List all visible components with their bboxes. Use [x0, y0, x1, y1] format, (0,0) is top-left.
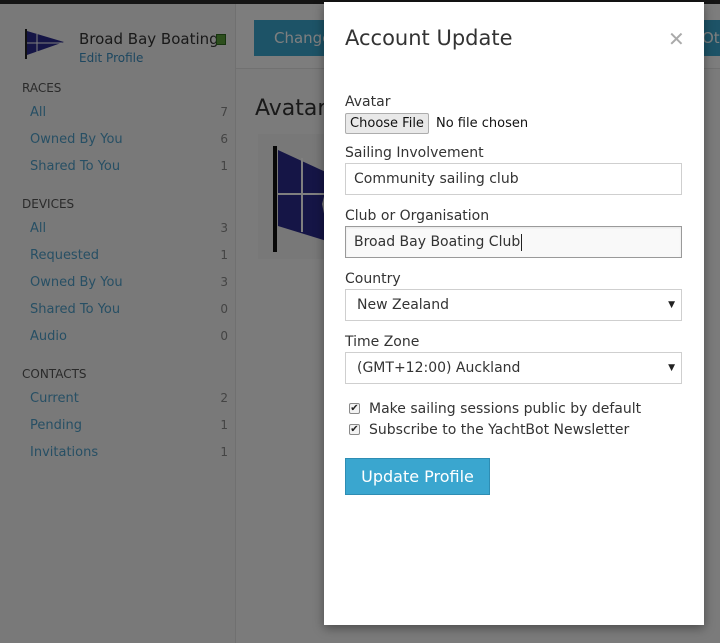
field-value: Community sailing club [354, 171, 519, 187]
sailing-involvement-label: Sailing Involvement [345, 145, 484, 161]
sailing-involvement-input[interactable]: Community sailing club [345, 163, 682, 195]
select-value: New Zealand [357, 297, 449, 313]
newsletter-label[interactable]: Subscribe to the YachtBot Newsletter [369, 422, 629, 438]
text-caret [521, 233, 523, 251]
select-value: (GMT+12:00) Auckland [357, 360, 521, 376]
club-label: Club or Organisation [345, 208, 490, 224]
close-icon[interactable]: ✕ [668, 29, 685, 49]
modal-title: Account Update [345, 26, 513, 50]
timezone-select[interactable]: (GMT+12:00) Auckland ▼ [345, 352, 682, 384]
file-status-text: No file chosen [436, 116, 529, 131]
country-label: Country [345, 271, 401, 287]
club-input[interactable]: Broad Bay Boating Club [345, 226, 682, 258]
public-sessions-checkbox[interactable]: ✔ [349, 403, 360, 414]
field-value: Broad Bay Boating Club [354, 234, 521, 250]
public-sessions-label[interactable]: Make sailing sessions public by default [369, 401, 641, 417]
country-select[interactable]: New Zealand ▼ [345, 289, 682, 321]
choose-file-button[interactable]: Choose File [345, 113, 429, 134]
account-update-modal: Account Update ✕ Avatar Choose File No f… [324, 2, 704, 625]
dropdown-arrow-icon: ▼ [668, 300, 675, 310]
dropdown-arrow-icon: ▼ [668, 363, 675, 373]
avatar-label: Avatar [345, 94, 391, 110]
timezone-label: Time Zone [345, 334, 420, 350]
update-profile-button[interactable]: Update Profile [345, 458, 490, 495]
newsletter-checkbox[interactable]: ✔ [349, 424, 360, 435]
